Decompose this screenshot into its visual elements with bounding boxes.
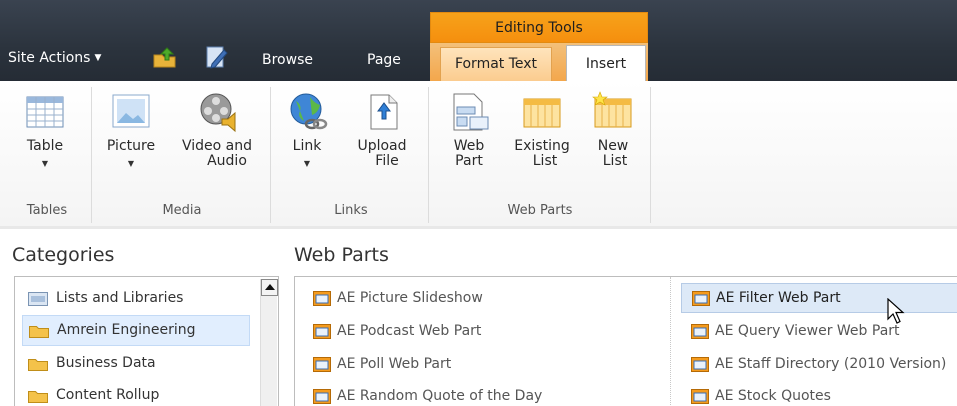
- web-part-label: AE Picture Slideshow: [337, 290, 483, 306]
- web-part-item[interactable]: AE Picture Slideshow: [303, 284, 663, 312]
- upload-label-line2: File: [375, 153, 399, 169]
- picture-label: Picture: [106, 138, 156, 154]
- web-part-label: AE Stock Quotes: [715, 388, 831, 404]
- category-label: Content Rollup: [56, 387, 160, 403]
- tab-insert[interactable]: Insert: [566, 45, 646, 82]
- table-label: Table: [26, 138, 64, 154]
- edit-page-icon[interactable]: [204, 44, 230, 70]
- group-divider: [650, 87, 651, 223]
- tab-browse[interactable]: Browse: [262, 52, 313, 68]
- category-item-selected[interactable]: Amrein Engineering: [22, 315, 250, 346]
- group-label-media: Media: [162, 203, 202, 218]
- tab-format-text[interactable]: Format Text: [440, 47, 552, 81]
- web-part-item[interactable]: AE Poll Web Part: [303, 350, 663, 378]
- web-part-item-selected[interactable]: AE Filter Web Part: [681, 283, 957, 313]
- upload-file-button[interactable]: Upload File: [350, 91, 414, 169]
- web-part-icon: [313, 357, 331, 372]
- list-library-icon: [28, 292, 48, 306]
- web-part-icon: [453, 93, 489, 131]
- existing-list-label-line2: List: [532, 153, 558, 169]
- web-part-icon: [691, 389, 709, 404]
- top-bar: Site Actions ▼ Browse Page Editing Tools …: [0, 0, 957, 82]
- web-part-label: AE Staff Directory (2010 Version): [715, 356, 947, 372]
- categories-title: Categories: [12, 244, 115, 266]
- folder-icon: [28, 359, 48, 371]
- web-part-label: AE Query Viewer Web Part: [715, 323, 900, 339]
- categories-list[interactable]: Lists and Libraries Amrein Engineering B…: [14, 276, 279, 406]
- web-part-label-line2: Part: [455, 153, 483, 169]
- picture-button[interactable]: Picture ▼: [100, 91, 162, 171]
- upload-file-icon: [370, 94, 398, 130]
- web-part-item[interactable]: AE Stock Quotes: [681, 382, 957, 406]
- picture-icon: [112, 94, 150, 128]
- web-part-label: AE Podcast Web Part: [337, 323, 482, 339]
- web-part-icon: [691, 324, 709, 339]
- dropdown-arrow-icon: ▼: [41, 159, 49, 168]
- web-parts-list[interactable]: AE Picture Slideshow AE Podcast Web Part…: [294, 276, 957, 406]
- web-parts-title: Web Parts: [294, 244, 389, 266]
- group-divider: [428, 87, 429, 223]
- web-part-icon: [313, 389, 331, 404]
- table-button[interactable]: Table ▼: [20, 91, 70, 171]
- folder-icon: [28, 391, 48, 403]
- group-label-web-parts: Web Parts: [507, 203, 573, 218]
- category-label: Lists and Libraries: [56, 290, 184, 306]
- web-part-item[interactable]: AE Query Viewer Web Part: [681, 317, 957, 345]
- group-label-links: Links: [334, 203, 368, 218]
- navigate-up-icon[interactable]: [152, 44, 178, 70]
- video-audio-button[interactable]: Video and Audio: [172, 91, 262, 169]
- web-part-label-line1: Web: [453, 138, 485, 154]
- video-label-line2: Audio: [207, 153, 247, 169]
- link-label: Link: [292, 138, 322, 154]
- existing-list-label-line1: Existing: [514, 138, 570, 154]
- web-part-icon: [313, 291, 331, 306]
- scrollbar[interactable]: [260, 279, 278, 406]
- ribbon: Table ▼ Tables Picture ▼ Video and Audio…: [0, 81, 957, 229]
- new-list-button[interactable]: New List: [588, 91, 638, 169]
- folder-icon: [29, 326, 49, 338]
- group-label-tables: Tables: [26, 203, 68, 218]
- existing-list-button[interactable]: Existing List: [507, 91, 577, 169]
- video-label-line1: Video and: [181, 138, 252, 154]
- web-part-label: AE Random Quote of the Day: [337, 388, 543, 404]
- chevron-down-icon: ▼: [94, 53, 102, 63]
- web-part-label: AE Filter Web Part: [716, 290, 841, 306]
- existing-list-icon: [523, 98, 561, 128]
- scroll-up-button[interactable]: [261, 279, 278, 296]
- link-button[interactable]: Link ▼: [285, 91, 329, 171]
- category-item[interactable]: Lists and Libraries: [22, 284, 250, 312]
- new-list-label-line1: New: [597, 138, 629, 154]
- globe-link-icon: [290, 93, 328, 130]
- category-label: Business Data: [56, 355, 156, 371]
- web-part-item[interactable]: AE Staff Directory (2010 Version): [681, 350, 957, 378]
- new-list-label-line2: List: [602, 153, 628, 169]
- web-part-item[interactable]: AE Random Quote of the Day: [303, 382, 663, 406]
- web-part-button[interactable]: Web Part: [442, 91, 496, 169]
- group-divider: [270, 87, 271, 223]
- site-actions-label: Site Actions: [8, 50, 91, 66]
- tab-page[interactable]: Page: [367, 52, 401, 68]
- dropdown-arrow-icon: ▼: [127, 159, 135, 168]
- upload-label-line1: Upload: [357, 138, 407, 154]
- column-divider: [670, 277, 671, 406]
- site-actions-menu[interactable]: Site Actions ▼: [8, 50, 101, 66]
- editing-tools-group-label: Editing Tools: [430, 12, 648, 43]
- video-audio-icon: [200, 93, 236, 133]
- group-divider: [91, 87, 92, 223]
- category-item[interactable]: Business Data: [22, 349, 250, 377]
- dropdown-arrow-icon: ▼: [303, 159, 311, 168]
- web-part-item[interactable]: AE Podcast Web Part: [303, 317, 663, 345]
- web-part-icon: [691, 357, 709, 372]
- table-icon: [26, 96, 64, 128]
- web-part-icon: [313, 324, 331, 339]
- mouse-cursor-icon: [887, 298, 905, 324]
- new-list-icon: [592, 91, 632, 128]
- web-part-label: AE Poll Web Part: [337, 356, 452, 372]
- category-item[interactable]: Content Rollup: [22, 381, 250, 406]
- category-label: Amrein Engineering: [57, 322, 196, 338]
- web-part-icon: [692, 291, 710, 306]
